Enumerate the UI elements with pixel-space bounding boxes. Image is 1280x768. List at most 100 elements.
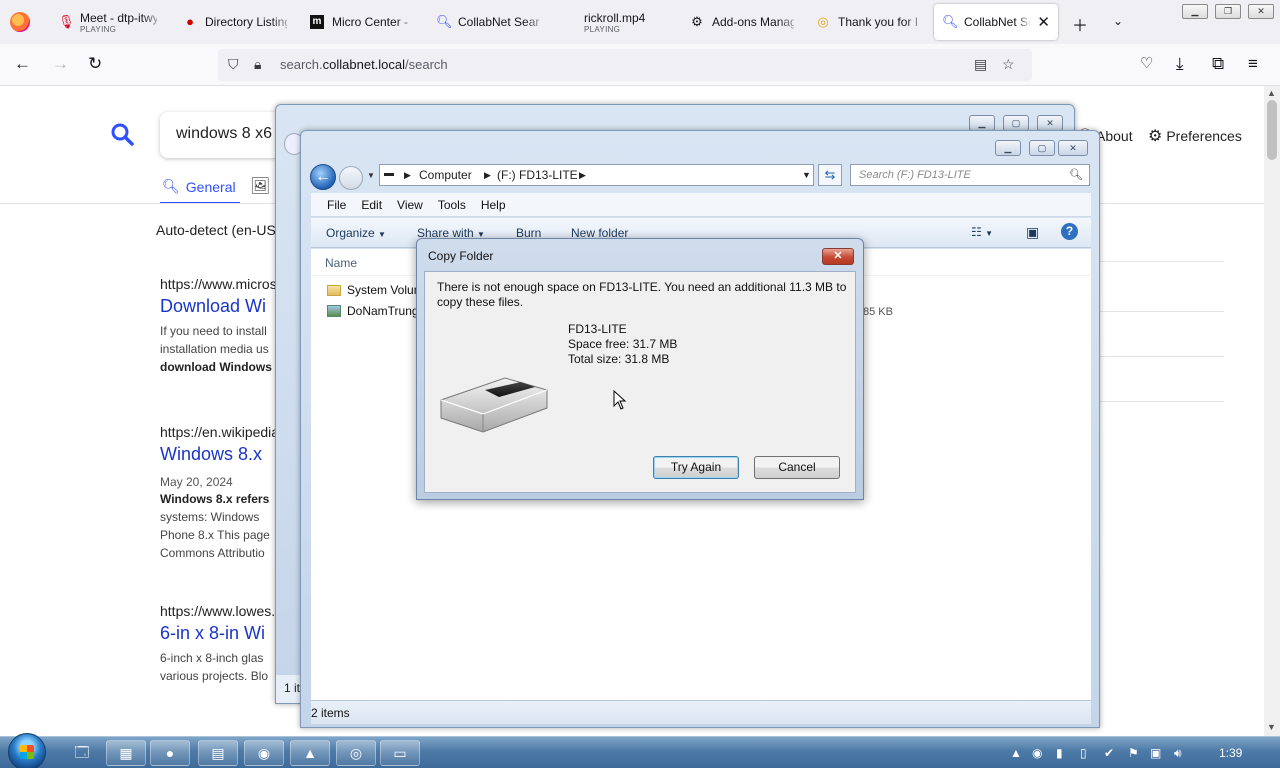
menu-view[interactable]: View [397, 198, 423, 212]
back-icon[interactable]: ← [310, 164, 336, 190]
notepad-taskbar-icon[interactable]: ▤ [198, 740, 238, 766]
drive-name: FD13-LITE [568, 322, 627, 336]
address-dropdown-icon[interactable]: ▼ [802, 170, 811, 180]
lock-icon[interactable]: 🔒︎ [254, 56, 261, 73]
try-again-button[interactable]: Try Again [653, 456, 739, 479]
cancel-button[interactable]: Cancel [754, 456, 840, 479]
network-status-icon[interactable]: ▣ [1150, 746, 1161, 760]
bookmark-star-icon[interactable]: ☆ [1002, 56, 1015, 73]
scroll-up-icon[interactable]: ▲ [1267, 88, 1276, 98]
address-bar[interactable]: ▬ ▶ Computer ▶ (F:) FD13-LITE ▶ ▼ [379, 164, 814, 186]
restore-icon[interactable]: ❐ [1215, 4, 1241, 19]
close-icon[interactable]: ✕ [822, 248, 854, 265]
new-tab-icon[interactable]: ＋ [1072, 12, 1088, 36]
menu-help[interactable]: Help [481, 198, 506, 212]
file-explorer-taskbar-icon[interactable]: ▦ [106, 740, 146, 766]
network-tray-icon[interactable]: ◉ [1032, 746, 1042, 760]
downloads-icon[interactable]: ⤓ [1176, 54, 1184, 74]
device-tray-icon[interactable]: ▯ [1080, 746, 1087, 760]
menu-edit[interactable]: Edit [361, 198, 382, 212]
extensions-icon[interactable]: ⧉ [1212, 54, 1224, 74]
list-item[interactable]: System Volum [327, 283, 424, 297]
clock[interactable]: 1:39 [1219, 746, 1242, 760]
action-center-icon[interactable]: ⚑ [1128, 746, 1139, 760]
tab-collabnet-active[interactable]: 🔍︎ CollabNet Se ✕ [934, 4, 1058, 40]
search-icon[interactable] [110, 122, 134, 146]
breadcrumb-drive[interactable]: (F:) FD13-LITE [497, 168, 578, 182]
chevron-right-icon[interactable]: ▶ [579, 170, 586, 181]
volume-icon[interactable]: 🔊︎ [1174, 746, 1182, 761]
result-url[interactable]: https://en.wikipedia [160, 424, 290, 440]
tab-collabnet-search[interactable]: 🔍︎ CollabNet Search [428, 4, 548, 40]
network-taskbar-icon[interactable]: ◉ [244, 740, 284, 766]
maximize-icon[interactable]: ▢ [1003, 115, 1029, 131]
pocket-icon[interactable]: ♡ [1140, 54, 1153, 72]
minimize-icon[interactable]: ▁ [1182, 4, 1208, 19]
minimize-icon[interactable]: ▁ [969, 115, 995, 131]
result-title[interactable]: Download Wi [160, 296, 290, 317]
forward-icon[interactable]: → [52, 54, 69, 74]
close-icon[interactable]: ✕ [1058, 140, 1088, 156]
app-icon-1[interactable]: 🗔 [62, 740, 102, 766]
result-url[interactable]: https://www.micros [160, 276, 290, 292]
preferences-link[interactable]: ⚙ Preferences [1148, 126, 1242, 146]
vlc-taskbar-icon[interactable]: ▲ [290, 740, 330, 766]
chevron-right-icon[interactable]: ▶ [404, 170, 411, 181]
language-select[interactable]: Auto-detect (en-US) [156, 222, 281, 238]
tab-rickroll[interactable]: rickroll.mp4 PLAYING [576, 4, 676, 40]
menu-file[interactable]: File [327, 198, 346, 212]
close-tab-icon[interactable]: ✕ [1031, 13, 1050, 31]
scroll-thumb[interactable] [1267, 100, 1277, 160]
tab-addons-manager[interactable]: ⚙ Add-ons Manager [682, 4, 802, 40]
copy-folder-dialog[interactable]: Copy Folder ✕ There is not enough space … [416, 238, 864, 500]
firefox-icon[interactable] [10, 12, 30, 32]
list-tabs-icon[interactable]: ⌄ [1113, 14, 1123, 28]
tab-meet[interactable]: 🎙 Meet - dtp-itwy PLAYING [50, 4, 165, 40]
menu-tools[interactable]: Tools [438, 198, 466, 212]
mic-tray-icon[interactable]: ▮ [1056, 746, 1063, 760]
search-icon[interactable]: 🔍︎ [1069, 168, 1083, 181]
preview-pane-icon[interactable]: ▣ [1026, 224, 1039, 241]
help-icon[interactable]: ? [1061, 223, 1078, 240]
status-text: 1 it [284, 681, 301, 695]
tab-title: Thank you for I [838, 15, 919, 29]
list-item[interactable]: DoNamTrung [327, 304, 419, 318]
tab-micro-center[interactable]: m Micro Center - I [302, 4, 420, 40]
recent-pages-icon[interactable]: ▼ [367, 171, 375, 180]
breadcrumb-computer[interactable]: Computer [419, 168, 472, 182]
minimize-icon[interactable]: ▁ [995, 140, 1021, 156]
tab-general[interactable]: 🔍︎ General [162, 178, 236, 195]
page-scrollbar[interactable]: ▲ ▼ [1264, 86, 1280, 736]
close-window-icon[interactable]: ✕ [1248, 4, 1274, 19]
view-options-icon[interactable]: ☷ ▼ [971, 225, 993, 239]
back-icon[interactable]: ← [14, 54, 31, 74]
security-tray-icon[interactable]: ✔ [1104, 746, 1114, 760]
menu-icon[interactable]: ≡ [1248, 54, 1258, 74]
result-url[interactable]: https://www.lowes.c [160, 603, 290, 619]
tab-thank-you[interactable]: ◎ Thank you for I [808, 4, 928, 40]
maximize-icon[interactable]: ▢ [1029, 140, 1055, 156]
organize-button[interactable]: Organize ▼ [326, 226, 386, 240]
forward-icon[interactable] [339, 166, 363, 190]
reader-view-icon[interactable]: ▤ [974, 56, 987, 73]
image-icon[interactable]: 🖼︎ [250, 176, 270, 196]
url-text[interactable]: search.collabnet.local/search [280, 57, 448, 72]
scroll-down-icon[interactable]: ▼ [1267, 722, 1276, 732]
url-bar[interactable]: ⛉ 🔒︎ search.collabnet.local/search ▤ ☆ [218, 49, 1032, 81]
shield-icon[interactable]: ⛉ [228, 56, 239, 73]
chevron-right-icon[interactable]: ▶ [484, 170, 491, 181]
result-title[interactable]: Windows 8.x [160, 444, 290, 465]
tab-playing-label: PLAYING [584, 24, 621, 34]
refresh-icon[interactable]: ⇆ [818, 164, 842, 186]
media-taskbar-icon[interactable]: ◎ [336, 740, 376, 766]
tab-directory-listing[interactable]: ● Directory Listing [175, 4, 295, 40]
vlc-tray-icon[interactable]: ▲ [1010, 746, 1022, 760]
column-header-name[interactable]: Name [325, 256, 357, 270]
folder-taskbar-icon[interactable]: ▭ [380, 740, 420, 766]
reload-icon[interactable]: ↻ [88, 54, 102, 74]
firefox-taskbar-icon[interactable]: ● [150, 740, 190, 766]
close-icon[interactable]: ✕ [1037, 115, 1063, 131]
start-button[interactable] [8, 733, 46, 768]
explorer-search-input[interactable]: Search (F:) FD13-LITE 🔍︎ [850, 164, 1090, 186]
result-title[interactable]: 6-in x 8-in Wi [160, 623, 290, 644]
